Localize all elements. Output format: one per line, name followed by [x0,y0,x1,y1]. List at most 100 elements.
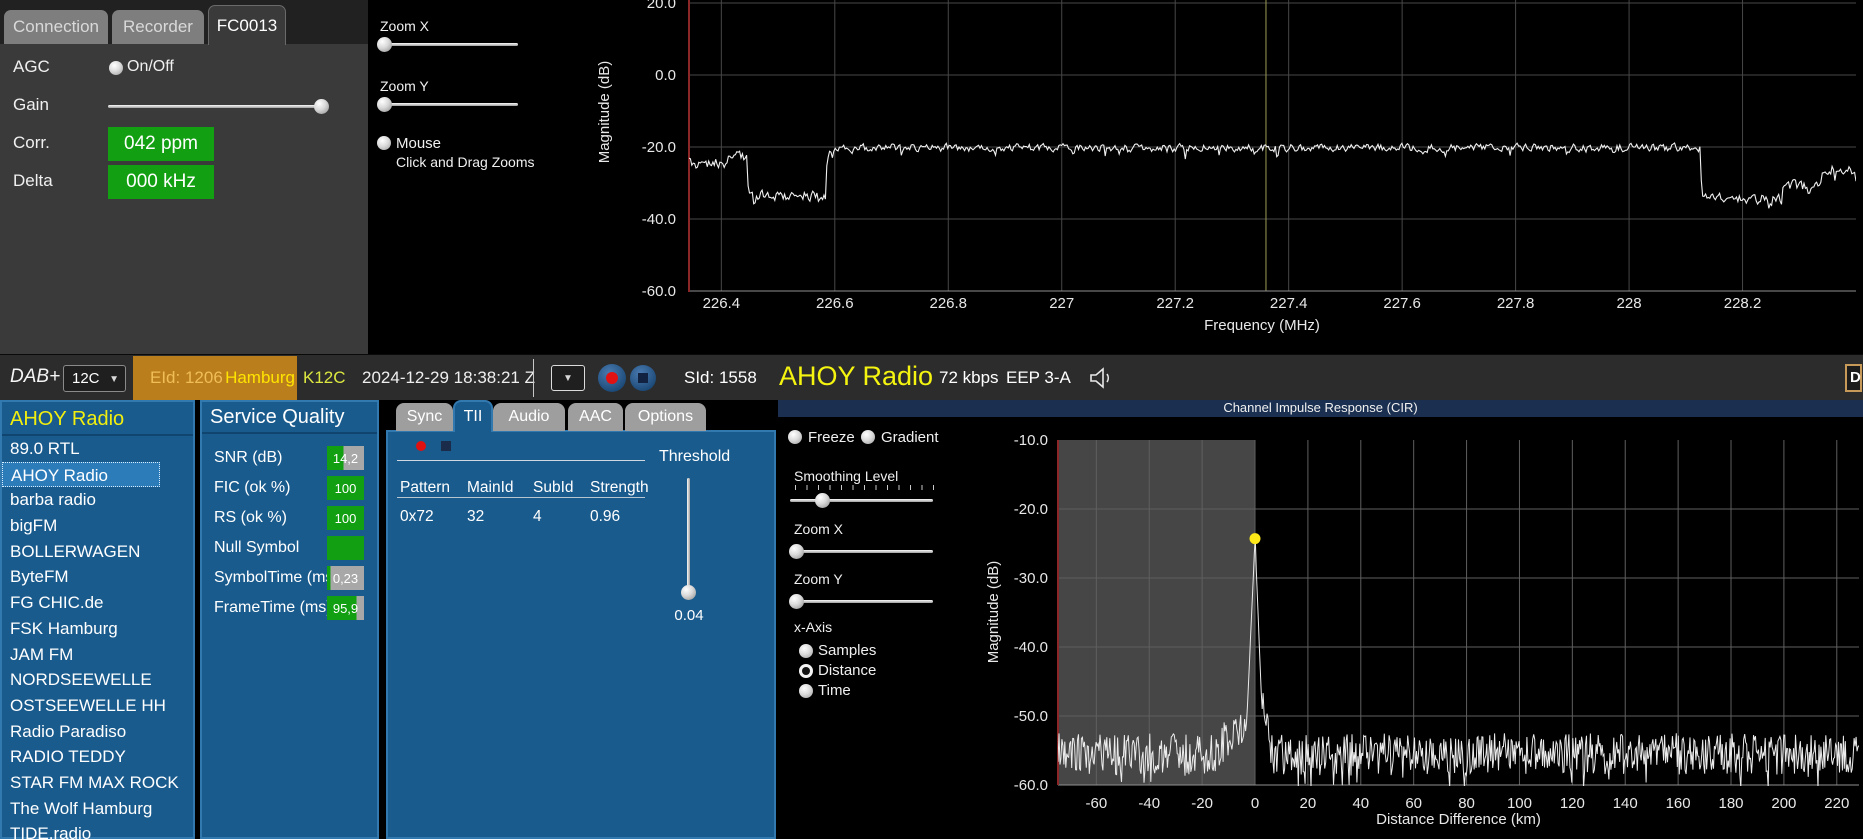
service-quality-row: Null Symbol [202,536,377,560]
station-item[interactable]: RADIO TEDDY [2,744,193,770]
tab-recorder[interactable]: Recorder [112,10,204,44]
svg-text:Magnitude (dB): Magnitude (dB) [985,561,1002,664]
mouse-zoom-radio[interactable] [377,136,391,150]
svg-text:100: 100 [1507,795,1532,812]
station-item[interactable]: Radio Paradiso [2,719,193,745]
metric-label: RS (ok %) [214,509,287,526]
svg-text:-60: -60 [1086,795,1108,812]
service-quality-header: Service Quality [202,402,377,434]
tii-cell-value: 0x72 [400,508,434,525]
metric-value-badge: 0,23 [327,566,364,590]
x-axis-radio-distance[interactable] [799,664,813,678]
gain-label: Gain [13,95,49,114]
svg-text:227.6: 227.6 [1383,295,1421,312]
record-indicator-icon[interactable] [416,441,426,451]
x-axis-radio-time[interactable] [799,684,813,698]
gain-slider-knob[interactable] [314,99,329,114]
threshold-slider[interactable] [687,478,690,590]
corr-label: Corr. [13,133,50,152]
gain-slider[interactable] [108,105,316,108]
bottom-section: AHOY Radio 89.0 RTL AHOY Radio barba radio… [0,400,1863,839]
current-service-name: AHOY Radio [779,361,934,391]
channel-select[interactable]: 12C ▼ [63,365,126,392]
metric-label: SymbolTime (ms) [214,569,339,586]
cir-peak-marker [1249,533,1261,545]
service-quality-row: FrameTime (ms) 95,9 [202,596,377,620]
svg-text:-30.0: -30.0 [1014,570,1048,587]
freeze-radio[interactable] [788,430,802,444]
station-item[interactable]: AHOY Radio [2,461,160,488]
svg-text:-40.0: -40.0 [1014,639,1048,656]
station-item[interactable]: bigFM [2,513,193,539]
station-item[interactable]: TIDE.radio [2,821,193,839]
x-axis-group-label: x-Axis [794,619,833,635]
ensemble-box: EId: 1206 Hamburg [133,356,297,400]
station-item[interactable]: BOLLERWAGEN [2,539,193,565]
dab-mode-label: DAB+ [10,366,61,387]
svg-text:20: 20 [1300,795,1317,812]
tii-panel: Sync TII Audio AAC Options Pattern MainId SubI… [386,400,776,839]
tab-options[interactable]: Options [625,403,706,431]
cir-zoom-x-knob[interactable] [789,544,804,559]
delta-label: Delta [13,171,53,190]
spectrum-zoom-x-slider[interactable] [378,43,518,46]
svg-text:180: 180 [1718,795,1743,812]
x-axis-radio-samples[interactable] [799,644,813,658]
agc-on-off-label: On/Off [127,58,174,75]
tab-audio[interactable]: Audio [493,403,565,431]
record-button[interactable] [598,364,626,392]
svg-text:-40: -40 [1138,795,1160,812]
svg-text:20.0: 20.0 [647,0,676,12]
speaker-icon[interactable] [1088,365,1114,391]
svg-text:227.2: 227.2 [1156,295,1194,312]
agc-on-off-radio[interactable] [109,61,123,75]
tab-fc0013[interactable]: FC0013 [208,5,286,45]
svg-text:228.2: 228.2 [1724,295,1762,312]
tab-sync[interactable]: Sync [396,403,453,431]
svg-text:-20.0: -20.0 [642,139,676,156]
station-item[interactable]: barba radio [2,487,193,513]
smoothing-slider-knob[interactable] [815,493,830,508]
tab-tii[interactable]: TII [453,400,493,432]
scan-dropdown-button[interactable]: ▼ [551,365,585,391]
station-item[interactable]: FG CHIC.de [2,590,193,616]
station-item[interactable]: NORDSEEWELLE [2,667,193,693]
threshold-slider-knob[interactable] [681,585,696,600]
svg-text:-60.0: -60.0 [1014,777,1048,794]
qirx-dab-app: Connection Recorder FC0013 AGC On/Off Gain… [0,0,1863,839]
svg-text:226.8: 226.8 [929,295,967,312]
cir-zoom-x-slider[interactable] [790,550,933,553]
svg-text:-10.0: -10.0 [1014,432,1048,449]
stop-indicator-icon[interactable] [441,441,451,451]
chevron-down-icon: ▼ [563,373,573,384]
spectrum-zoom-y-knob[interactable] [377,97,392,112]
station-item[interactable]: FSK Hamburg [2,616,193,642]
station-item[interactable]: JAM FM [2,642,193,668]
freeze-label: Freeze [808,429,855,446]
svg-text:60: 60 [1405,795,1422,812]
svg-text:200: 200 [1771,795,1796,812]
service-quality-panel: Service Quality SNR (dB) 14,2 FIC (ok %) 10… [200,400,379,839]
dab-logo-button[interactable]: D [1845,364,1862,392]
threshold-value: 0.04 [674,607,704,624]
station-item[interactable]: The Wolf Hamburg [2,796,193,822]
station-item[interactable]: 89.0 RTL [2,436,193,462]
tab-connection[interactable]: Connection [4,10,108,44]
tab-aac[interactable]: AAC [568,403,623,431]
spectrum-zoom-y-slider[interactable] [378,103,518,106]
gradient-radio[interactable] [861,430,875,444]
cir-zoom-y-slider[interactable] [790,600,933,603]
station-item[interactable]: OSTSEEWELLE HH [2,693,193,719]
station-item[interactable]: ByteFM [2,564,193,590]
svg-text:228: 228 [1617,295,1642,312]
svg-text:140: 140 [1613,795,1638,812]
corr-value: 042 ppm [108,127,214,161]
cir-zoom-y-knob[interactable] [789,594,804,609]
station-item[interactable]: STAR FM MAX ROCK [2,770,193,796]
stop-button[interactable] [630,365,656,391]
smoothing-slider[interactable] [790,499,933,502]
protection-label: EEP 3-A [1006,368,1071,387]
spectrum-zoom-x-knob[interactable] [377,37,392,52]
cir-title: Channel Impulse Response (CIR) [778,400,1863,417]
cir-zoom-y-label: Zoom Y [794,571,843,587]
